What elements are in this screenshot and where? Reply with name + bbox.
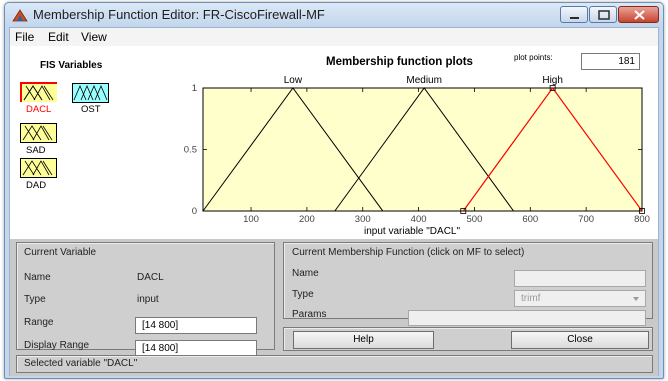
cv-range-label: Range bbox=[24, 317, 54, 328]
range-input[interactable]: [14 800] bbox=[135, 317, 257, 334]
cv-display-range-label: Display Range bbox=[24, 340, 90, 351]
cv-name-value: DACL bbox=[137, 272, 164, 283]
menu-file[interactable]: File bbox=[15, 30, 34, 44]
menu-edit[interactable]: Edit bbox=[48, 30, 69, 44]
current-variable-heading: Current Variable bbox=[24, 247, 97, 258]
mf-params-label: Params bbox=[292, 309, 327, 320]
x-tick-label: 500 bbox=[467, 214, 483, 225]
plot-area: FIS Variables DACL OST SAD DAD Membershi… bbox=[10, 46, 658, 239]
current-mf-heading: Current Membership Function (click on MF… bbox=[292, 247, 525, 258]
button-panel: Help Close bbox=[283, 327, 653, 351]
mf-label-low: Low bbox=[284, 75, 303, 86]
minimize-button[interactable] bbox=[560, 6, 588, 23]
client-area: File Edit View FIS Variables DACL OST SA… bbox=[9, 27, 659, 376]
help-button[interactable]: Help bbox=[293, 331, 434, 349]
x-tick-label: 700 bbox=[578, 214, 594, 225]
matlab-icon bbox=[12, 9, 28, 22]
current-mf-panel: Current Membership Function (click on MF… bbox=[283, 242, 653, 326]
x-tick-label: 400 bbox=[411, 214, 427, 225]
mf-name-input[interactable] bbox=[514, 270, 646, 287]
x-axis-title: input variable "DACL" bbox=[364, 226, 461, 237]
cv-type-value: input bbox=[137, 294, 159, 305]
control-area: Current Variable Name DACL Type input Ra… bbox=[10, 239, 658, 376]
mf-name-label: Name bbox=[292, 268, 319, 279]
x-tick-label: 600 bbox=[522, 214, 538, 225]
membership-function-plot[interactable]: 100 200 300 400 500 600 700 800 0 0.5 1 Low Medium Hi… bbox=[10, 46, 658, 239]
x-tick-label: 200 bbox=[299, 214, 315, 225]
mf-type-value: trimf bbox=[521, 293, 541, 304]
status-panel: Selected variable "DACL" bbox=[16, 355, 653, 373]
menu-view[interactable]: View bbox=[81, 30, 107, 44]
x-tick-label: 300 bbox=[355, 214, 371, 225]
close-button[interactable]: Close bbox=[511, 331, 649, 349]
x-tick-label: 100 bbox=[243, 214, 259, 225]
mf-type-label: Type bbox=[292, 289, 314, 300]
y-tick-label: 0.5 bbox=[184, 145, 197, 156]
close-icon bbox=[634, 10, 645, 20]
plot-background bbox=[202, 87, 643, 212]
cv-name-label: Name bbox=[24, 272, 51, 283]
maximize-icon bbox=[598, 10, 610, 20]
minimize-icon bbox=[570, 17, 579, 19]
title-bar[interactable]: Membership Function Editor: FR-CiscoFire… bbox=[5, 3, 663, 27]
status-message: Selected variable "DACL" bbox=[24, 358, 138, 369]
window-title: Membership Function Editor: FR-CiscoFire… bbox=[33, 7, 325, 22]
current-variable-panel: Current Variable Name DACL Type input Ra… bbox=[16, 242, 275, 357]
cv-type-label: Type bbox=[24, 294, 46, 305]
menu-bar: File Edit View bbox=[10, 28, 658, 46]
x-tick-label: 800 bbox=[634, 214, 650, 225]
mf-params-input[interactable] bbox=[408, 310, 646, 326]
mf-editor-window: Membership Function Editor: FR-CiscoFire… bbox=[4, 2, 664, 379]
y-tick-label: 0 bbox=[192, 206, 197, 217]
chevron-down-icon bbox=[633, 297, 639, 301]
maximize-button[interactable] bbox=[589, 6, 617, 23]
mf-label-medium: Medium bbox=[406, 75, 442, 86]
close-window-button[interactable] bbox=[618, 6, 659, 23]
mf-label-high: High bbox=[542, 75, 563, 86]
y-tick-label: 1 bbox=[192, 83, 197, 94]
mf-type-select[interactable]: trimf bbox=[514, 290, 646, 307]
